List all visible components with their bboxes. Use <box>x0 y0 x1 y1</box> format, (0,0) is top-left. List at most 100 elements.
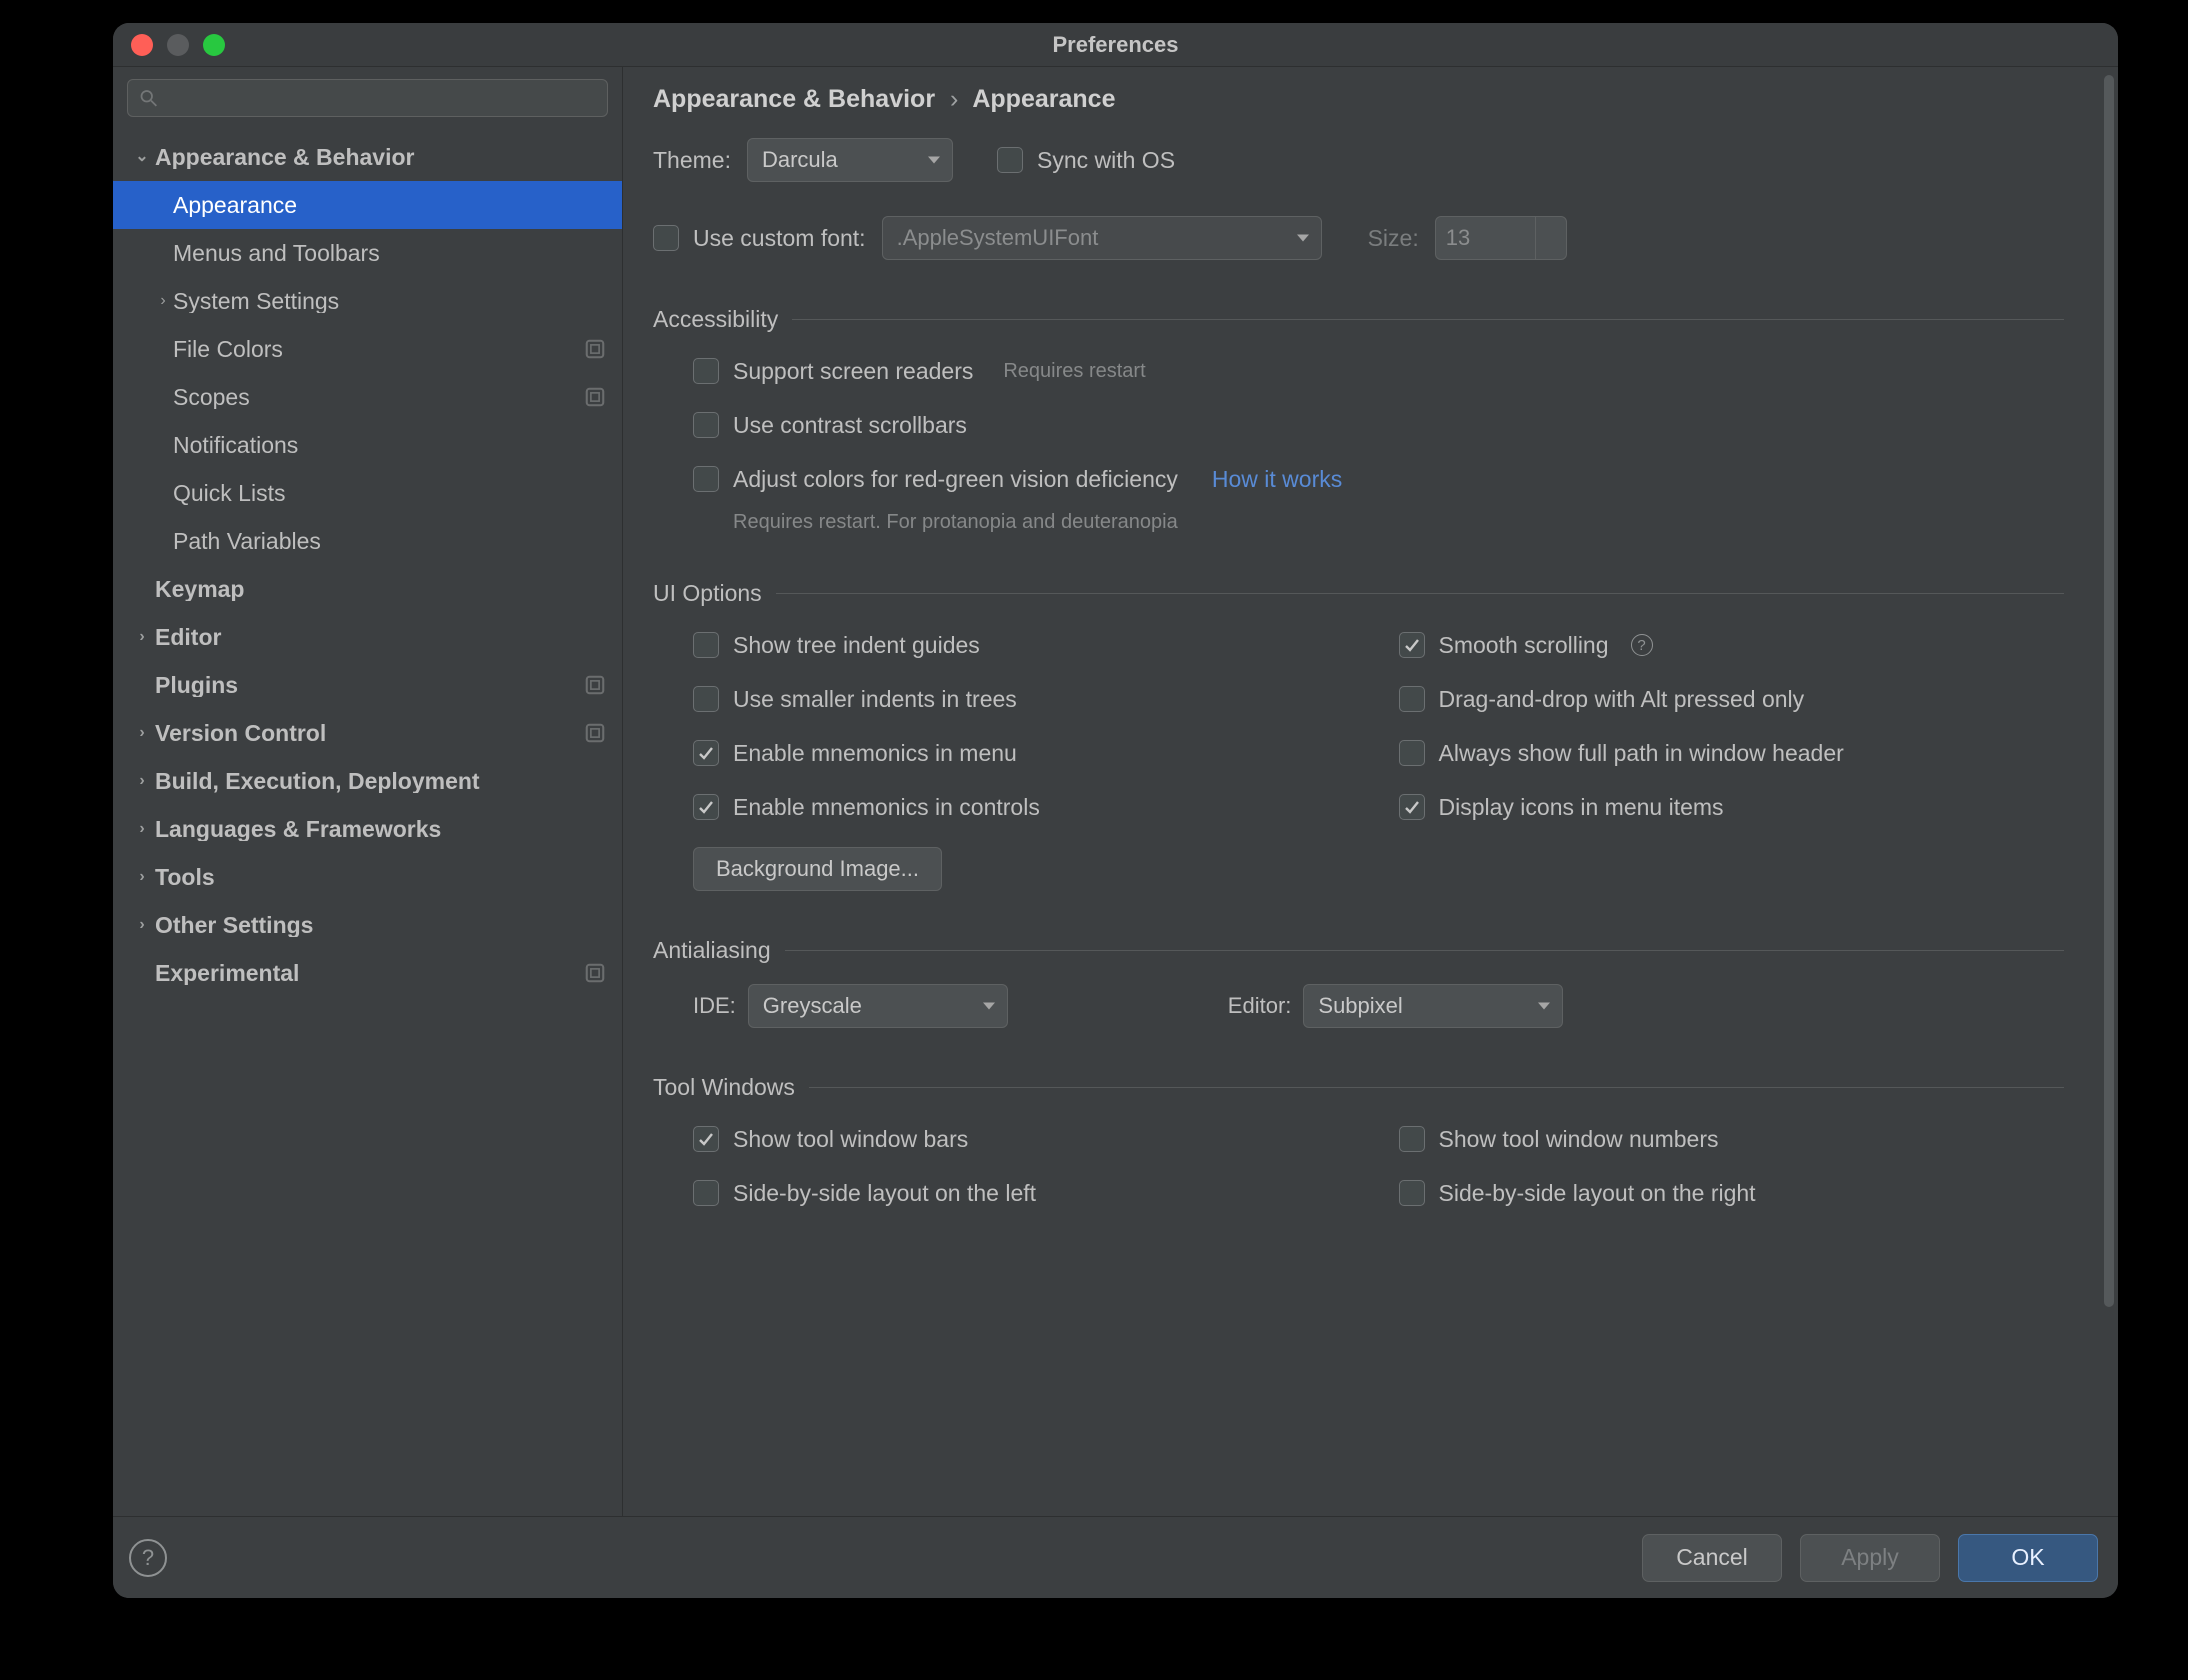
section-divider <box>785 950 2064 951</box>
search-input[interactable] <box>127 79 608 117</box>
font-size-input[interactable]: 13 <box>1435 216 1567 260</box>
project-settings-icon <box>584 674 606 696</box>
chevron-right-icon: › <box>129 629 155 645</box>
aa-ide-select[interactable]: Greyscale <box>748 984 1008 1028</box>
ui-options-title: UI Options <box>653 580 762 607</box>
main-panel: Appearance & Behavior › Appearance Theme… <box>623 67 2118 1516</box>
sidebar-item-tools[interactable]: ›Tools <box>113 853 622 901</box>
ui-drag-and-drop-with-alt-pressed-only-checkbox[interactable]: Drag-and-drop with Alt pressed only <box>1399 681 1805 717</box>
accessibility-title: Accessibility <box>653 306 778 333</box>
sidebar-item-editor[interactable]: ›Editor <box>113 613 622 661</box>
ui-enable-mnemonics-in-menu-checkbox[interactable]: Enable mnemonics in menu <box>693 735 1017 771</box>
sidebar-item-keymap[interactable]: Keymap <box>113 565 622 613</box>
support-screen-readers-checkbox[interactable]: Support screen readers <box>693 353 973 389</box>
support-screen-readers-label: Support screen readers <box>733 358 973 385</box>
chevron-right-icon: › <box>129 773 155 789</box>
window-title: Preferences <box>113 32 2118 58</box>
adjust-colors-checkbox[interactable]: Adjust colors for red-green vision defic… <box>693 461 1178 497</box>
sidebar-item-label: Tools <box>155 866 606 889</box>
tw-side-by-side-layout-on-the-right-checkbox[interactable]: Side-by-side layout on the right <box>1399 1175 1756 1211</box>
breadcrumb-separator: › <box>950 85 958 113</box>
sidebar-item-menus-and-toolbars[interactable]: Menus and Toolbars <box>113 229 622 277</box>
sidebar-item-scopes[interactable]: Scopes <box>113 373 622 421</box>
support-screen-readers-hint: Requires restart <box>1003 360 1145 383</box>
sidebar-item-system-settings[interactable]: ›System Settings <box>113 277 622 325</box>
breadcrumb-current: Appearance <box>972 85 1115 113</box>
settings-tree[interactable]: ⌄Appearance & BehaviorAppearanceMenus an… <box>113 125 622 1516</box>
sidebar-item-appearance-behavior[interactable]: ⌄Appearance & Behavior <box>113 133 622 181</box>
chevron-down-icon: ⌄ <box>129 149 155 165</box>
how-it-works-link[interactable]: How it works <box>1212 466 1342 493</box>
contrast-scrollbars-label: Use contrast scrollbars <box>733 412 967 439</box>
tw-show-tool-window-numbers-label: Show tool window numbers <box>1439 1126 1719 1153</box>
ui-use-smaller-indents-in-trees-checkbox[interactable]: Use smaller indents in trees <box>693 681 1017 717</box>
aa-editor-select[interactable]: Subpixel <box>1303 984 1563 1028</box>
cancel-label: Cancel <box>1676 1544 1748 1571</box>
aa-editor-value: Subpixel <box>1318 993 1402 1019</box>
chevron-right-icon: › <box>129 917 155 933</box>
scrollbar-thumb[interactable] <box>2104 75 2114 1307</box>
apply-button[interactable]: Apply <box>1800 1534 1940 1582</box>
adjust-colors-hint: Requires restart. For protanopia and deu… <box>733 511 2064 534</box>
adjust-colors-label: Adjust colors for red-green vision defic… <box>733 466 1178 493</box>
ui-smooth-scrolling-checkbox[interactable]: Smooth scrolling <box>1399 627 1609 663</box>
sidebar-item-path-variables[interactable]: Path Variables <box>113 517 622 565</box>
sidebar-item-experimental[interactable]: Experimental <box>113 949 622 997</box>
ok-button[interactable]: OK <box>1958 1534 2098 1582</box>
sidebar-item-notifications[interactable]: Notifications <box>113 421 622 469</box>
sidebar-item-quick-lists[interactable]: Quick Lists <box>113 469 622 517</box>
cancel-button[interactable]: Cancel <box>1642 1534 1782 1582</box>
use-custom-font-checkbox[interactable]: Use custom font: <box>653 220 866 256</box>
sync-with-os-checkbox[interactable]: Sync with OS <box>997 142 1175 178</box>
sidebar-item-label: Build, Execution, Deployment <box>155 770 606 793</box>
ok-label: OK <box>2011 1544 2044 1571</box>
section-divider <box>776 593 2064 594</box>
sync-with-os-label: Sync with OS <box>1037 147 1175 174</box>
ui-drag-and-drop-with-alt-pressed-only-label: Drag-and-drop with Alt pressed only <box>1439 686 1805 713</box>
ui-display-icons-in-menu-items-label: Display icons in menu items <box>1439 794 1724 821</box>
ui-always-show-full-path-in-window-header-checkbox[interactable]: Always show full path in window header <box>1399 735 1844 771</box>
ui-enable-mnemonics-in-controls-label: Enable mnemonics in controls <box>733 794 1040 821</box>
sidebar-item-label: Editor <box>155 626 606 649</box>
font-value: .AppleSystemUIFont <box>897 225 1099 251</box>
sidebar-item-build-execution-deployment[interactable]: ›Build, Execution, Deployment <box>113 757 622 805</box>
background-image-button[interactable]: Background Image... <box>693 847 942 891</box>
tw-show-tool-window-bars-label: Show tool window bars <box>733 1126 968 1153</box>
ui-always-show-full-path-in-window-header-label: Always show full path in window header <box>1439 740 1844 767</box>
tw-side-by-side-layout-on-the-left-checkbox[interactable]: Side-by-side layout on the left <box>693 1175 1036 1211</box>
info-icon[interactable]: ? <box>1631 634 1653 656</box>
titlebar: Preferences <box>113 23 2118 67</box>
theme-label: Theme: <box>653 147 731 174</box>
contrast-scrollbars-checkbox[interactable]: Use contrast scrollbars <box>693 407 967 443</box>
sidebar-item-label: Keymap <box>155 578 606 601</box>
sidebar-item-plugins[interactable]: Plugins <box>113 661 622 709</box>
scrollbar[interactable] <box>2104 75 2114 1508</box>
search-field[interactable] <box>159 86 597 111</box>
preferences-window: Preferences ⌄Appearance & BehaviorAppear… <box>113 23 2118 1598</box>
sidebar-item-version-control[interactable]: ›Version Control <box>113 709 622 757</box>
sidebar-item-appearance[interactable]: Appearance <box>113 181 622 229</box>
ui-enable-mnemonics-in-controls-checkbox[interactable]: Enable mnemonics in controls <box>693 789 1040 825</box>
sidebar-item-languages-frameworks[interactable]: ›Languages & Frameworks <box>113 805 622 853</box>
tool-windows-title: Tool Windows <box>653 1074 795 1101</box>
apply-label: Apply <box>1841 1544 1899 1571</box>
sidebar-item-other-settings[interactable]: ›Other Settings <box>113 901 622 949</box>
sidebar-item-label: Path Variables <box>173 530 606 553</box>
ui-enable-mnemonics-in-menu-label: Enable mnemonics in menu <box>733 740 1017 767</box>
sidebar-item-file-colors[interactable]: File Colors <box>113 325 622 373</box>
ui-use-smaller-indents-in-trees-label: Use smaller indents in trees <box>733 686 1017 713</box>
ui-show-tree-indent-guides-checkbox[interactable]: Show tree indent guides <box>693 627 980 663</box>
section-divider <box>809 1087 2064 1088</box>
theme-select[interactable]: Darcula <box>747 138 953 182</box>
project-settings-icon <box>584 338 606 360</box>
tw-show-tool-window-bars-checkbox[interactable]: Show tool window bars <box>693 1121 968 1157</box>
sidebar-item-label: Scopes <box>173 386 584 409</box>
tw-show-tool-window-numbers-checkbox[interactable]: Show tool window numbers <box>1399 1121 1719 1157</box>
aa-editor-label: Editor: <box>1228 993 1292 1019</box>
ui-smooth-scrolling-label: Smooth scrolling <box>1439 632 1609 659</box>
font-select[interactable]: .AppleSystemUIFont <box>882 216 1322 260</box>
ui-display-icons-in-menu-items-checkbox[interactable]: Display icons in menu items <box>1399 789 1724 825</box>
antialiasing-title: Antialiasing <box>653 937 771 964</box>
chevron-right-icon: › <box>153 293 173 309</box>
help-icon[interactable]: ? <box>129 1539 167 1577</box>
